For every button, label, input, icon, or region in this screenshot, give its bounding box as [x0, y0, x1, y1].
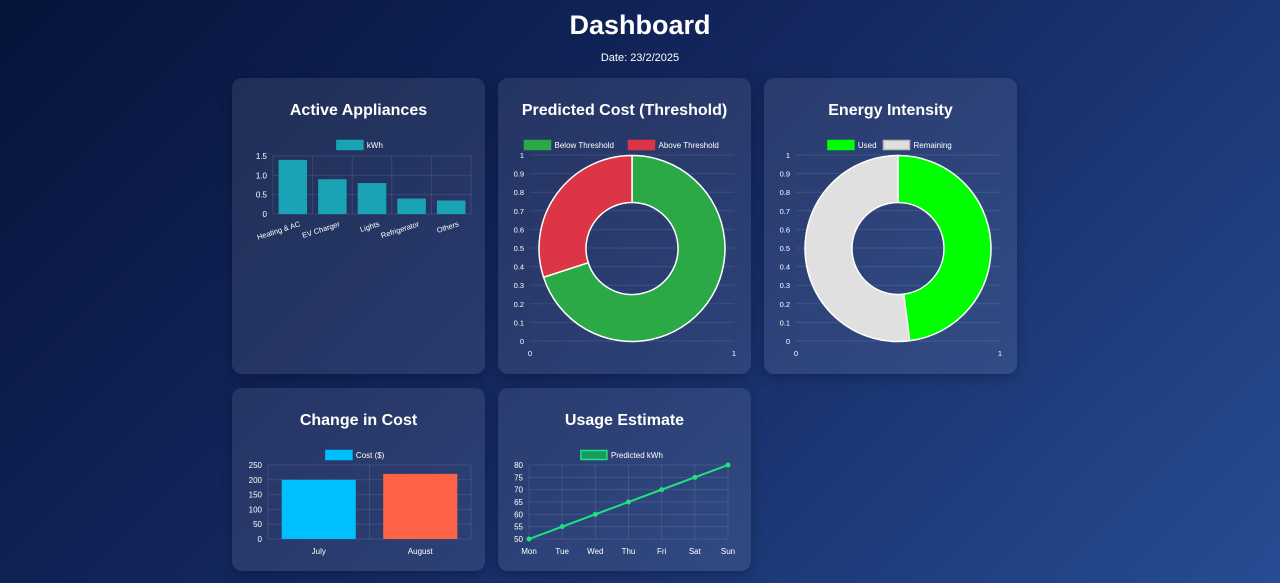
x-tick-label: Tue — [555, 547, 569, 556]
legend-swatch — [336, 139, 364, 151]
y-tick-label: 65 — [514, 498, 523, 507]
y-tick-label: 250 — [249, 461, 263, 470]
x-tick-label: Others — [436, 219, 460, 235]
legend-swatch — [627, 139, 656, 151]
page-date: Date: 23/2/2025 — [600, 52, 680, 64]
y-tick-label: 0.7 — [780, 207, 790, 216]
bar — [397, 198, 426, 214]
x-tick-label: 0 — [528, 349, 532, 358]
y-tick-label: 0 — [258, 535, 263, 544]
y-tick-label: 0.1 — [514, 318, 524, 327]
bar — [278, 159, 308, 214]
legend-swatch — [882, 139, 911, 151]
cost-threshold-doughnut-chart: Below Threshold Above Threshold 1 0.9 0.8 0.7… — [514, 139, 736, 358]
y-tick-label: 0.2 — [514, 300, 524, 309]
y-tick-label: 0.6 — [780, 225, 790, 234]
x-tick-label: August — [408, 547, 434, 556]
y-tick-label: 0.3 — [514, 281, 524, 290]
data-point — [692, 474, 698, 480]
legend-label: Remaining — [914, 141, 952, 150]
y-tick-label: 200 — [249, 476, 263, 485]
data-point — [559, 524, 565, 530]
legend-label: Above Threshold — [659, 141, 719, 150]
predicted-cost-card: Predicted Cost (Threshold) Below Thresho… — [498, 78, 751, 374]
y-tick-label: 1 — [520, 151, 524, 160]
legend-swatch — [580, 449, 608, 461]
x-tick-label: Heating & AC — [256, 219, 302, 242]
y-tick-label: 0.2 — [780, 300, 790, 309]
y-tick-label: 0 — [263, 210, 268, 219]
legend-swatch — [827, 139, 855, 151]
page-title: Dashboard — [569, 10, 711, 40]
bar — [318, 179, 347, 214]
data-point — [526, 536, 532, 542]
x-tick-label: Fri — [657, 547, 667, 556]
y-tick-label: 0 — [786, 337, 790, 346]
y-tick-label: 60 — [514, 510, 523, 519]
y-tick-label: 0 — [520, 337, 524, 346]
y-tick-label: 0.5 — [514, 244, 524, 253]
x-tick-label: Sun — [721, 547, 735, 556]
y-tick-label: 100 — [249, 505, 263, 514]
active-appliances-card: Active Appliances kWh 1.5 1.0 0.5 0 Heating &… — [232, 78, 485, 374]
legend-label: Predicted kWh — [611, 451, 663, 460]
y-tick-label: 0.8 — [514, 188, 524, 197]
y-tick-label: 0.5 — [780, 244, 790, 253]
bar — [281, 479, 356, 539]
change-in-cost-card: Change in Cost Cost ($) 250 200 150 100 50 0 Ju… — [232, 388, 485, 571]
y-tick-label: 0.8 — [780, 188, 790, 197]
y-tick-label: 55 — [514, 523, 523, 532]
x-tick-label: Thu — [622, 547, 636, 556]
legend-label: Cost ($) — [356, 451, 385, 460]
y-tick-label: 50 — [514, 535, 523, 544]
x-tick-label: Mon — [521, 547, 537, 556]
change-cost-bar-chart: Cost ($) 250 200 150 100 50 0 July August — [249, 449, 472, 556]
x-tick-label: 0 — [794, 349, 798, 358]
energy-intensity-card: Energy Intensity Used Remaining 1 0.9 0.8 0.7… — [764, 78, 1017, 374]
y-tick-label: 80 — [514, 461, 523, 470]
y-tick-label: 75 — [514, 473, 523, 482]
x-tick-label: July — [312, 547, 326, 556]
data-point — [725, 462, 731, 468]
y-tick-label: 0.7 — [514, 207, 524, 216]
y-tick-label: 50 — [253, 520, 262, 529]
y-tick-label: 0.9 — [780, 170, 790, 179]
data-point — [592, 511, 598, 517]
x-tick-label: 1 — [732, 349, 736, 358]
usage-estimate-line-chart: Predicted kWh 80 75 70 65 60 55 50 Mon Tue Wed Thu F… — [514, 449, 735, 556]
y-tick-label: 70 — [514, 486, 523, 495]
y-tick-label: 0.4 — [780, 263, 790, 272]
x-tick-label: Wed — [587, 547, 603, 556]
y-tick-label: 0.9 — [514, 170, 524, 179]
energy-intensity-doughnut-chart: Used Remaining 1 0.9 0.8 0.7 0.6 0.5 0.4 0.3 0.2 0.… — [780, 139, 1002, 358]
y-tick-label: 1 — [786, 151, 790, 160]
x-tick-label: Refrigerator — [380, 219, 421, 240]
y-tick-label: 0.3 — [780, 281, 790, 290]
legend-label: kWh — [367, 141, 383, 150]
data-point — [659, 487, 665, 493]
bar — [357, 183, 387, 214]
data-point — [626, 499, 631, 505]
x-tick-label: Lights — [359, 219, 381, 234]
y-tick-label: 0.4 — [514, 263, 524, 272]
appliances-bar-chart: kWh 1.5 1.0 0.5 0Heating & AC EV Charger Light… — [256, 139, 472, 242]
y-tick-label: 1.0 — [256, 171, 268, 180]
bar — [436, 200, 466, 214]
x-tick-label: 1 — [998, 349, 1002, 358]
y-tick-label: 0.1 — [780, 318, 790, 327]
legend-label: Used — [858, 141, 877, 150]
bar — [383, 473, 458, 539]
y-tick-label: 0.5 — [256, 191, 268, 200]
legend-swatch — [325, 449, 353, 461]
y-tick-label: 150 — [249, 491, 263, 500]
y-tick-label: 1.5 — [256, 152, 268, 161]
usage-estimate-card: Usage Estimate Predicted kWh 80 75 70 65 60 55… — [498, 388, 751, 571]
y-tick-label: 0.6 — [514, 225, 524, 234]
legend-swatch — [523, 139, 552, 151]
x-tick-label: EV Charger — [301, 219, 342, 240]
x-tick-label: Sat — [689, 547, 702, 556]
legend-label: Below Threshold — [555, 141, 614, 150]
